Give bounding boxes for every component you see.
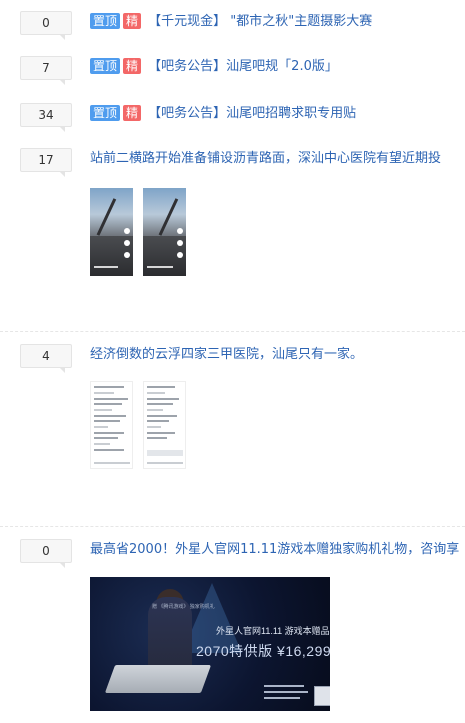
ad-fineprint [264,697,300,699]
reply-count: 17 [20,148,72,177]
video-ui-icon [177,252,183,258]
video-caption [147,266,173,268]
featured-badge: 精 [123,104,142,121]
thread-item: 0 置顶精 【千元现金】 "都市之秋"主题摄影大赛 [0,0,465,45]
thread-title-link[interactable]: 站前二横路开始准备铺设沥青路面，深汕中心医院有望近期投 [90,151,441,166]
reply-count: 0 [20,539,72,568]
video-ui-icon [124,240,130,246]
featured-badge: 精 [123,12,142,29]
ad-tagline: 赠 《腾讯游戏》 独家购机礼 [152,604,215,610]
ad-image[interactable]: 外星人官网11.11 游戏本赠品最高省 ¥2,000 2070特供版 ¥16,2… [90,577,330,711]
doc-text-line [147,450,183,456]
thread-title-link[interactable]: 【千元现金】 "都市之秋"主题摄影大赛 [148,14,372,29]
featured-badge: 精 [123,57,142,74]
video-ui-icon [124,252,130,258]
thread-item: 17 站前二横路开始准备铺设沥青路面，深汕中心医院有望近期投 [0,136,465,331]
video-ui-icon [124,228,130,234]
pinned-badge: 置顶 [90,104,121,121]
thread-item: 34 置顶精 【吧务公告】汕尾吧招聘求职专用贴 [0,91,465,136]
thread-item: 4 经济倒数的云浮四家三甲医院，汕尾只有一家。 [0,332,465,526]
thread-image-thumbnail[interactable] [143,188,186,276]
doc-text-line [147,415,177,417]
doc-text-line [94,386,124,388]
thread-image-thumbnail[interactable] [90,381,133,469]
thread-title-row: 置顶精 【千元现金】 "都市之秋"主题摄影大赛 [90,11,465,33]
doc-text-line [147,386,175,388]
doc-text-line [94,415,126,417]
crane-arm [158,198,178,236]
doc-text-line [94,462,130,464]
thread-title-link[interactable]: 经济倒数的云浮四家三甲医院，汕尾只有一家。 [90,347,363,362]
thread-title-row: 站前二横路开始准备铺设沥青路面，深汕中心医院有望近期投 [90,148,465,170]
doc-text-line [147,403,173,405]
pinned-badge: 置顶 [90,57,121,74]
doc-text-line [94,449,124,451]
doc-text-line [94,398,128,400]
doc-text-line [147,420,169,422]
doc-text-line [94,426,108,428]
video-caption [94,266,118,268]
pinned-badge: 置顶 [90,12,121,29]
reply-count: 0 [20,11,72,40]
doc-text-line [94,409,112,411]
doc-text-line [147,426,161,428]
intel-logo-icon [314,686,330,706]
doc-text-line [94,437,118,439]
crane-arm [96,198,117,236]
doc-text-line [94,420,120,422]
ad-laptop [104,665,212,693]
doc-text-line [147,432,175,434]
thread-item: 7 置顶精 【吧务公告】汕尾吧规「2.0版」 [0,45,465,91]
ad-price: 2070特供版 ¥16,299起 [196,643,330,659]
doc-text-line [94,432,124,434]
ad-headline: 外星人官网11.11 游戏本赠品最高省 ¥2,000 [216,626,330,636]
thread-title-link[interactable]: 最高省2000！外星人官网11.11游戏本赠独家购机礼物，咨询享 [90,542,459,557]
doc-text-line [94,443,110,445]
video-ui-icon [177,228,183,234]
thread-title-link[interactable]: 【吧务公告】汕尾吧招聘求职专用贴 [148,106,356,121]
reply-count: 7 [20,56,72,85]
reply-count: 4 [20,344,72,373]
thread-title-row: 置顶精 【吧务公告】汕尾吧规「2.0版」 [90,56,465,78]
reply-count: 34 [20,103,72,132]
thread-title-row: 经济倒数的云浮四家三甲医院，汕尾只有一家。 [90,344,465,366]
video-ui-icon [177,240,183,246]
doc-text-line [147,409,163,411]
thread-image-thumbnail[interactable] [90,188,133,276]
doc-text-line [147,462,183,464]
ad-fineprint [264,691,308,693]
thread-image-thumbnail[interactable] [143,381,186,469]
thread-item-ad: 0 最高省2000！外星人官网11.11游戏本赠独家购机礼物，咨询享 外星人官网… [0,527,465,723]
ad-fineprint [264,685,304,687]
doc-text-line [147,392,165,394]
thread-title-row: 最高省2000！外星人官网11.11游戏本赠独家购机礼物，咨询享 [90,539,465,561]
thread-title-link[interactable]: 【吧务公告】汕尾吧规「2.0版」 [148,59,338,74]
doc-text-line [94,403,122,405]
thread-title-row: 置顶精 【吧务公告】汕尾吧招聘求职专用贴 [90,103,465,125]
doc-text-line [147,437,167,439]
doc-text-line [94,392,114,394]
doc-text-line [147,398,179,400]
